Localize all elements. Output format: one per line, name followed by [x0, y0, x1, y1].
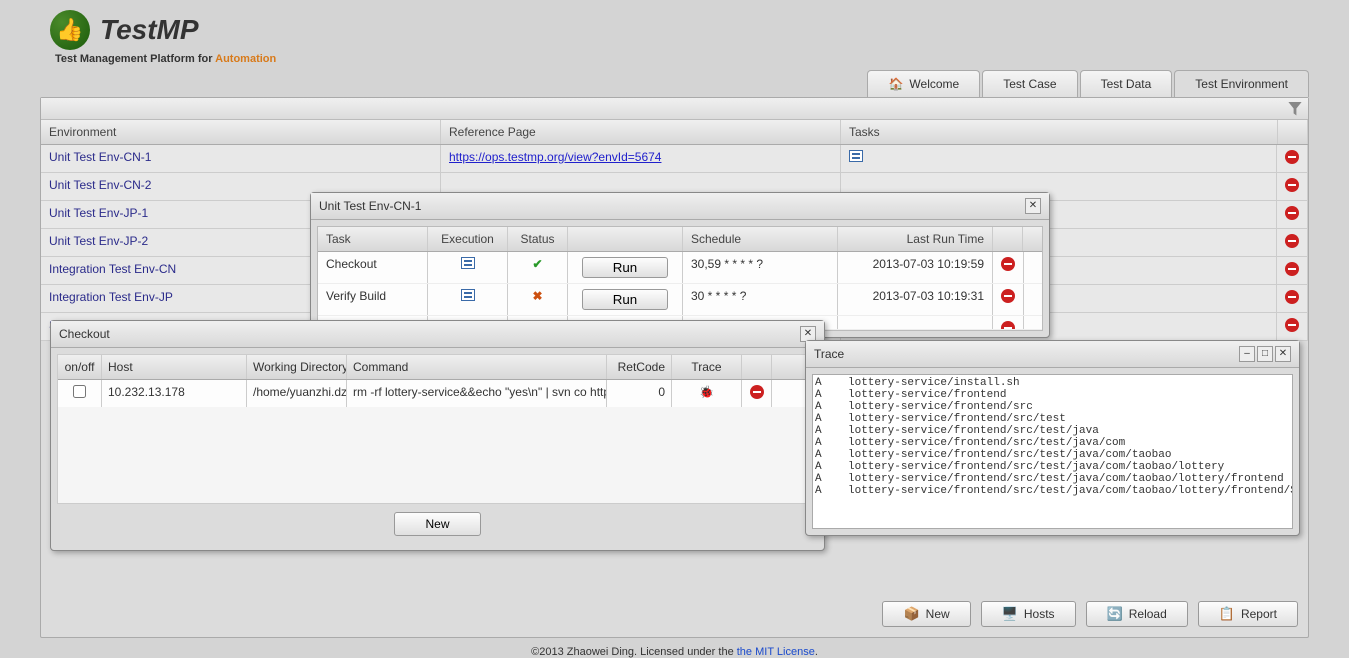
- ref-link[interactable]: https://ops.testmp.org/view?envId=5674: [449, 150, 661, 164]
- last-run-val: 2013-07-03 10:19:59: [838, 252, 993, 283]
- cmd-val: rm -rf lottery-service&&echo "yes\n" | s…: [347, 380, 607, 407]
- modal-title: Unit Test Env-CN-1: [319, 199, 421, 213]
- ret-col[interactable]: RetCode: [607, 355, 672, 379]
- table-row[interactable]: Unit Test Env-CN-1 https://ops.testmp.or…: [41, 145, 1308, 173]
- tab-test-case[interactable]: Test Case: [982, 70, 1077, 97]
- check-icon: ✔: [532, 257, 542, 271]
- tab-test-environment[interactable]: Test Environment: [1174, 70, 1309, 97]
- status-col[interactable]: Status: [508, 227, 568, 251]
- host-val: 10.232.13.178: [102, 380, 247, 407]
- run-button[interactable]: Run: [582, 257, 668, 278]
- schedule-val: 30 * * * * ?: [683, 284, 838, 315]
- task-row: Checkout ✔ Run 30,59 * * * * ? 2013-07-0…: [318, 252, 1042, 284]
- remove-icon[interactable]: [1285, 234, 1299, 248]
- remove-icon[interactable]: [1285, 318, 1299, 332]
- main-tabs: Welcome Test Case Test Data Test Environ…: [40, 70, 1309, 97]
- last-col[interactable]: Last Run Time: [838, 227, 993, 251]
- maximize-icon[interactable]: □: [1257, 346, 1273, 362]
- reload-icon: 🔄: [1107, 606, 1123, 622]
- grid-header: Environment Reference Page Tasks: [41, 120, 1308, 145]
- trace-content[interactable]: A lottery-service/install.sh A lottery-s…: [812, 374, 1293, 529]
- last-run-val: 2013-07-03 10:19:31: [838, 284, 993, 315]
- remove-icon[interactable]: [1285, 178, 1299, 192]
- col-del-header: [1278, 120, 1308, 144]
- trace-modal: Trace – □ ✕ A lottery-service/install.sh…: [805, 340, 1300, 536]
- logo-text: TestMP: [100, 14, 199, 46]
- license-link[interactable]: the MIT License: [737, 646, 815, 658]
- modal-title: Checkout: [59, 327, 110, 341]
- execution-icon[interactable]: [461, 289, 475, 301]
- tab-welcome[interactable]: Welcome: [867, 70, 980, 97]
- modal-title: Trace: [814, 347, 844, 361]
- remove-icon[interactable]: [1001, 257, 1015, 271]
- task-col[interactable]: Task: [318, 227, 428, 251]
- box-icon: 📦: [903, 606, 919, 622]
- task-name[interactable]: Checkout: [318, 252, 428, 283]
- col-ref-header[interactable]: Reference Page: [441, 120, 841, 144]
- checkout-row: 10.232.13.178 /home/yuanzhi.dzv rm -rf l…: [58, 380, 817, 407]
- host-col[interactable]: Host: [102, 355, 247, 379]
- exec-col[interactable]: Execution: [428, 227, 508, 251]
- checkout-modal: Checkout ✕ on/off Host Working Directory…: [50, 320, 825, 551]
- report-icon: 📋: [1219, 606, 1235, 622]
- tab-test-data[interactable]: Test Data: [1080, 70, 1173, 97]
- onoff-checkbox[interactable]: [73, 385, 86, 398]
- hosts-button[interactable]: 🖥️Hosts: [981, 601, 1076, 627]
- close-icon[interactable]: ✕: [1025, 198, 1041, 214]
- trace-col[interactable]: Trace: [672, 355, 742, 379]
- remove-icon[interactable]: [1001, 321, 1015, 330]
- close-icon[interactable]: ✕: [1275, 346, 1291, 362]
- new-host-button[interactable]: New: [394, 512, 480, 536]
- col-env-header[interactable]: Environment: [41, 120, 441, 144]
- onoff-col[interactable]: on/off: [58, 355, 102, 379]
- remove-icon[interactable]: [1285, 150, 1299, 164]
- main-button-row: 📦New 🖥️Hosts 🔄Reload 📋Report: [41, 591, 1308, 637]
- tagline: Test Management Platform for Automation: [55, 53, 1299, 65]
- new-button[interactable]: 📦New: [882, 601, 970, 627]
- home-icon: [888, 77, 903, 91]
- remove-icon[interactable]: [1285, 290, 1299, 304]
- task-name[interactable]: Verify Build: [318, 284, 428, 315]
- cmd-col[interactable]: Command: [347, 355, 607, 379]
- remove-icon[interactable]: [750, 385, 764, 399]
- wd-val: /home/yuanzhi.dzv: [247, 380, 347, 407]
- schedule-val: 30,59 * * * * ?: [683, 252, 838, 283]
- run-button[interactable]: Run: [582, 289, 668, 310]
- remove-icon[interactable]: [1001, 289, 1015, 303]
- app-header: 👍 TestMP Test Management Platform for Au…: [0, 0, 1349, 70]
- logo-icon: 👍: [50, 10, 90, 50]
- env-detail-modal: Unit Test Env-CN-1 ✕ Task Execution Stat…: [310, 192, 1050, 338]
- remove-icon[interactable]: [1285, 262, 1299, 276]
- filter-icon[interactable]: [1288, 102, 1302, 116]
- sched-col[interactable]: Schedule: [683, 227, 838, 251]
- tasks-icon[interactable]: [849, 150, 863, 162]
- col-tasks-header[interactable]: Tasks: [841, 120, 1278, 144]
- report-button[interactable]: 📋Report: [1198, 601, 1298, 627]
- x-icon: ✖: [532, 289, 542, 303]
- remove-icon[interactable]: [1285, 206, 1299, 220]
- hosts-icon: 🖥️: [1002, 606, 1018, 622]
- execution-icon[interactable]: [461, 257, 475, 269]
- reload-button[interactable]: 🔄Reload: [1086, 601, 1188, 627]
- minimize-icon[interactable]: –: [1239, 346, 1255, 362]
- grid-toolbar: [41, 98, 1308, 120]
- env-name: Unit Test Env-CN-1: [41, 145, 441, 172]
- bug-icon[interactable]: 🐞: [699, 385, 714, 399]
- task-row: Verify Build ✖ Run 30 * * * * ? 2013-07-…: [318, 284, 1042, 316]
- wd-col[interactable]: Working Directory: [247, 355, 347, 379]
- footer: ©2013 Zhaowei Ding. Licensed under the t…: [0, 638, 1349, 658]
- ret-val: 0: [607, 380, 672, 407]
